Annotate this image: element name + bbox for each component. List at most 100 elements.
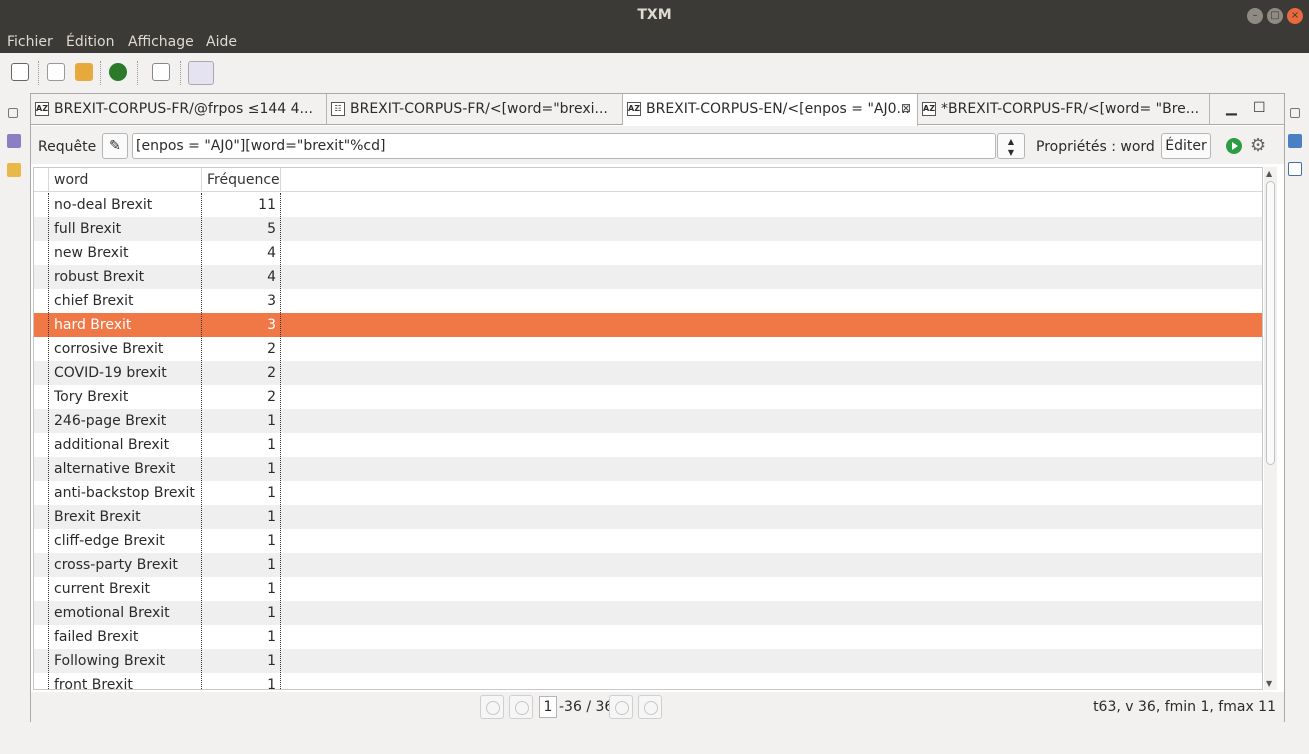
- cell-frequence: 1: [267, 485, 276, 501]
- cell-word: Following Brexit: [54, 653, 166, 669]
- table-row[interactable]: robust Brexit 4: [34, 265, 1262, 289]
- table-row[interactable]: alternative Brexit 1: [34, 457, 1262, 481]
- corpus-panel-icon[interactable]: [7, 134, 21, 148]
- previous-page-button[interactable]: [509, 695, 533, 719]
- run-query-icon[interactable]: [1226, 138, 1242, 154]
- table-tab-icon: ☷: [331, 102, 345, 116]
- cell-word: Tory Brexit: [54, 389, 129, 405]
- console-panel-icon[interactable]: [1288, 134, 1302, 148]
- table-row[interactable]: Tory Brexit 2: [34, 385, 1262, 409]
- table-row-selected[interactable]: hard Brexit 3: [34, 313, 1262, 337]
- scroll-up-icon[interactable]: ▲: [1266, 169, 1272, 178]
- current-page-field[interactable]: 1: [539, 696, 557, 718]
- query-input[interactable]: [132, 133, 996, 159]
- cell-word: failed Brexit: [54, 629, 139, 645]
- vertical-scrollbar[interactable]: ▲ ▼: [1264, 167, 1277, 690]
- minimize-window-icon[interactable]: –: [1247, 8, 1263, 24]
- menu-fichier[interactable]: Fichier: [7, 34, 53, 50]
- table-row[interactable]: cliff-edge Brexit 1: [34, 529, 1262, 553]
- toolbar-separator: [38, 61, 39, 85]
- close-window-icon[interactable]: ×: [1287, 8, 1303, 24]
- cell-word: cliff-edge Brexit: [54, 533, 165, 549]
- cell-word: front Brexit: [54, 677, 133, 690]
- cell-word: 246-page Brexit: [54, 413, 167, 429]
- cell-word: full Brexit: [54, 221, 122, 237]
- corpus-view-icon[interactable]: [11, 63, 29, 81]
- scrollbar-thumb[interactable]: [1266, 181, 1275, 465]
- header-separator: [48, 168, 49, 192]
- gear-icon[interactable]: ⚙: [1250, 135, 1266, 156]
- cell-word: anti-backstop Brexit: [54, 485, 195, 501]
- lexicon-tab-icon: AZ: [922, 102, 936, 116]
- tab-brexit-fr-word-modified[interactable]: AZ *BREXIT-CORPUS-FR/<[word= "Bre...: [918, 94, 1210, 125]
- table-row[interactable]: Brexit Brexit 1: [34, 505, 1262, 529]
- table-row[interactable]: COVID-19 brexit 2: [34, 361, 1262, 385]
- cell-word: Brexit Brexit: [54, 509, 141, 525]
- table-row[interactable]: chief Brexit 3: [34, 289, 1262, 313]
- table-row[interactable]: emotional Brexit 1: [34, 601, 1262, 625]
- maximize-editor-icon[interactable]: ☐: [1253, 100, 1266, 116]
- toolbar: [0, 53, 1309, 93]
- cell-frequence: 1: [267, 629, 276, 645]
- column-header-word[interactable]: word: [54, 172, 88, 188]
- lexicon-tab-icon: AZ: [35, 102, 49, 116]
- table-row[interactable]: 246-page Brexit 1: [34, 409, 1262, 433]
- import-icon[interactable]: [109, 63, 127, 81]
- open-folder-icon[interactable]: [75, 63, 93, 81]
- table-row[interactable]: anti-backstop Brexit 1: [34, 481, 1262, 505]
- table-row[interactable]: no-deal Brexit 11: [34, 193, 1262, 217]
- scroll-down-icon[interactable]: ▼: [1266, 679, 1272, 688]
- files-panel-icon[interactable]: [7, 163, 21, 177]
- menu-aide[interactable]: Aide: [206, 34, 237, 50]
- table-row[interactable]: current Brexit 1: [34, 577, 1262, 601]
- editor-tab-strip: AZ BREXIT-CORPUS-FR/@frpos ≤144 4... ☷ B…: [31, 94, 1284, 126]
- table-row[interactable]: Following Brexit 1: [34, 649, 1262, 673]
- cell-frequence: 5: [267, 221, 276, 237]
- column-divider: [48, 193, 49, 689]
- cell-word: robust Brexit: [54, 269, 145, 285]
- table-row[interactable]: full Brexit 5: [34, 217, 1262, 241]
- table-row[interactable]: front Brexit 1: [34, 673, 1262, 690]
- last-page-button[interactable]: [638, 695, 662, 719]
- cell-frequence: 1: [267, 605, 276, 621]
- toolbar-separator: [180, 61, 181, 85]
- restore-left-panel-icon[interactable]: [8, 108, 18, 118]
- query-history-spinner[interactable]: ▲ ▼: [997, 133, 1025, 159]
- next-page-button[interactable]: [609, 695, 633, 719]
- edit-properties-button[interactable]: Éditer: [1161, 133, 1211, 159]
- new-file-icon[interactable]: [47, 63, 65, 81]
- cell-frequence: 1: [267, 557, 276, 573]
- column-header-frequence[interactable]: Fréquence: [207, 172, 280, 188]
- column-divider: [201, 193, 202, 689]
- menu-edition[interactable]: Édition: [66, 34, 114, 50]
- first-page-button[interactable]: [480, 695, 504, 719]
- table-body: no-deal Brexit 11 full Brexit 5 new Brexit 4 r…: [34, 193, 1262, 690]
- cell-frequence: 2: [267, 341, 276, 357]
- cell-frequence: 1: [267, 677, 276, 690]
- tab-brexit-fr-word[interactable]: ☷ BREXIT-CORPUS-FR/<[word="brexi...: [327, 94, 623, 125]
- table-row[interactable]: cross-party Brexit 1: [34, 553, 1262, 577]
- cell-word: no-deal Brexit: [54, 197, 153, 213]
- restore-right-panel-icon[interactable]: [1290, 108, 1300, 118]
- menu-affichage[interactable]: Affichage: [128, 34, 194, 50]
- corpus-perspective-icon[interactable]: [188, 61, 214, 85]
- cell-frequence: 1: [267, 437, 276, 453]
- window-panel-icon[interactable]: [1288, 162, 1302, 176]
- close-tab-icon[interactable]: ⊠: [901, 101, 911, 115]
- tab-label: BREXIT-CORPUS-FR/<[word="brexi...: [350, 101, 608, 117]
- tab-brexit-en-enpos[interactable]: AZ BREXIT-CORPUS-EN/<[enpos = "AJ0... ⊠: [623, 94, 918, 126]
- cell-frequence: 2: [267, 389, 276, 405]
- properties-icon[interactable]: [152, 63, 170, 81]
- table-row[interactable]: failed Brexit 1: [34, 625, 1262, 649]
- table-row[interactable]: corrosive Brexit 2: [34, 337, 1262, 361]
- table-row[interactable]: additional Brexit 1: [34, 433, 1262, 457]
- minimize-editor-icon[interactable]: ▁: [1226, 100, 1237, 116]
- query-assistant-wand-icon[interactable]: ✎: [102, 133, 128, 159]
- query-label: Requête: [38, 139, 97, 155]
- page-total: -36 / 36: [559, 699, 614, 715]
- maximize-window-icon[interactable]: □: [1267, 8, 1283, 24]
- cell-frequence: 1: [267, 653, 276, 669]
- table-row[interactable]: new Brexit 4: [34, 241, 1262, 265]
- tab-brexit-fr-frpos[interactable]: AZ BREXIT-CORPUS-FR/@frpos ≤144 4...: [31, 94, 327, 125]
- toolbar-separator: [100, 61, 101, 85]
